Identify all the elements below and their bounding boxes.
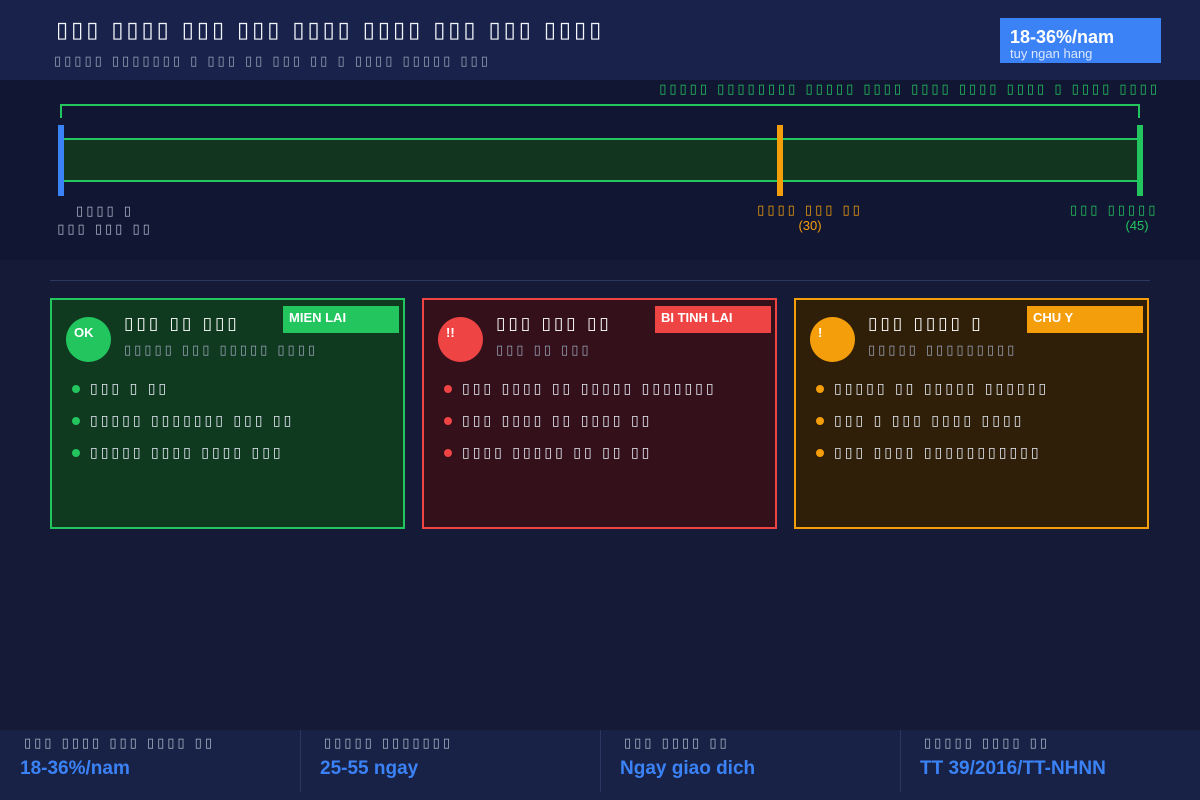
footer-stat-label: ▯▯▯ ▯▯▯▯ ▯▯▯ ▯▯▯▯ ▯▯ bbox=[24, 736, 215, 751]
bullet-icon bbox=[816, 417, 824, 425]
end-marker-label: ▯▯▯ ▯▯▯▯▯ (45) bbox=[1070, 203, 1200, 233]
timeline-end-marker bbox=[1137, 125, 1143, 196]
footer-stat-label: ▯▯▯▯▯ ▯▯▯▯▯▯▯ bbox=[324, 736, 453, 751]
card-subtitle: ▯▯▯▯▯ ▯▯▯ ▯▯▯▯▯ ▯▯▯▯ bbox=[124, 343, 319, 358]
list-item: ▯▯▯ ▯ ▯▯▯ ▯▯▯▯ ▯▯▯▯ bbox=[814, 412, 1049, 444]
timeline-mid-marker bbox=[777, 125, 783, 196]
alert-icon: !! bbox=[438, 317, 483, 362]
list-item: ▯▯▯▯▯ ▯▯▯▯▯▯▯ ▯▯▯ ▯▯ bbox=[70, 412, 294, 444]
status-badge: MIEN LAI bbox=[283, 306, 399, 333]
period-caption: ▯▯▯▯▯ ▯▯▯▯▯▯▯▯ ▯▯▯▯▯ ▯▯▯▯ ▯▯▯▯ ▯▯▯▯ ▯▯▯▯… bbox=[659, 82, 1160, 97]
start-label-line2: ▯▯▯ ▯▯▯ ▯▯ bbox=[57, 222, 153, 237]
bullet-icon bbox=[72, 417, 80, 425]
timeline-track bbox=[60, 138, 1140, 182]
footer-divider bbox=[900, 730, 901, 792]
list-item: ▯▯▯ ▯▯▯▯ ▯▯ ▯▯▯▯ ▯▯ bbox=[442, 412, 717, 444]
end-label-text: ▯▯▯ ▯▯▯▯▯ bbox=[1070, 203, 1159, 218]
start-marker-label: ▯▯▯▯ ▯ ▯▯▯ ▯▯▯ ▯▯ bbox=[30, 203, 180, 239]
list-item: ▯▯▯ ▯ ▯▯ bbox=[70, 380, 294, 412]
rate-caption: tuy ngan hang bbox=[1010, 46, 1093, 61]
status-badge: BI TINH LAI bbox=[655, 306, 771, 333]
footer-divider bbox=[600, 730, 601, 792]
header-bar: ▯▯▯ ▯▯▯▯ ▯▯▯ ▯▯▯ ▯▯▯▯ ▯▯▯▯ ▯▯▯ ▯▯▯ ▯▯▯▯ … bbox=[0, 0, 1200, 80]
card-subtitle: ▯▯▯ ▯▯ ▯▯▯ bbox=[496, 343, 592, 358]
bullet-icon bbox=[72, 449, 80, 457]
page-subtitle: ▯▯▯▯▯ ▯▯▯▯▯▯▯ ▯ ▯▯▯ ▯▯ ▯▯▯ ▯▯ ▯ ▯▯▯▯ ▯▯▯… bbox=[54, 54, 491, 69]
rate-value: 18-36%/nam bbox=[1010, 27, 1115, 47]
status-badge: CHU Y bbox=[1027, 306, 1143, 333]
card-title: ▯▯▯ ▯▯▯ ▯▯ bbox=[496, 314, 612, 334]
footer-stat-value: 18-36%/nam bbox=[20, 758, 130, 779]
footer-stat-value: Ngay giao dich bbox=[620, 758, 756, 779]
card-title: ▯▯▯ ▯▯ ▯▯▯ bbox=[124, 314, 240, 334]
bullet-icon bbox=[444, 449, 452, 457]
footer-stat-value: TT 39/2016/TT-NHNN bbox=[920, 758, 1106, 779]
card-interest-charged: !! BI TINH LAI ▯▯▯ ▯▯▯ ▯▯ ▯▯▯ ▯▯ ▯▯▯ ▯▯▯… bbox=[422, 298, 777, 529]
mid-marker-label: ▯▯▯▯ ▯▯▯ ▯▯ (30) bbox=[720, 203, 900, 233]
mid-label-text: ▯▯▯▯ ▯▯▯ ▯▯ bbox=[757, 203, 863, 218]
list-item: ▯▯▯ ▯▯▯▯ ▯▯▯▯▯▯▯▯▯▯▯ bbox=[814, 444, 1049, 476]
footer-stat-label: ▯▯▯▯▯ ▯▯▯▯ ▯▯ bbox=[924, 736, 1050, 751]
list-item: ▯▯▯▯▯ ▯▯ ▯▯▯▯▯ ▯▯▯▯▯▯ bbox=[814, 380, 1049, 412]
card-list: ▯▯▯ ▯▯▯▯ ▯▯ ▯▯▯▯▯ ▯▯▯▯▯▯▯ ▯▯▯ ▯▯▯▯ ▯▯ ▯▯… bbox=[442, 380, 717, 476]
rate-badge: 18-36%/nam tuy ngan hang bbox=[1000, 18, 1161, 63]
period-bracket bbox=[60, 104, 1140, 118]
check-icon: OK bbox=[66, 317, 111, 362]
timeline-start-marker bbox=[58, 125, 64, 196]
list-item: ▯▯▯ ▯▯▯▯ ▯▯ ▯▯▯▯▯ ▯▯▯▯▯▯▯ bbox=[442, 380, 717, 412]
list-item: ▯▯▯▯ ▯▯▯▯▯ ▯▯ ▯▯ ▯▯ bbox=[442, 444, 717, 476]
card-list: ▯▯▯▯▯ ▯▯ ▯▯▯▯▯ ▯▯▯▯▯▯ ▯▯▯ ▯ ▯▯▯ ▯▯▯▯ ▯▯▯… bbox=[814, 380, 1049, 476]
footer-divider bbox=[300, 730, 301, 792]
footer-stats: ▯▯▯ ▯▯▯▯ ▯▯▯ ▯▯▯▯ ▯▯ 18-36%/nam ▯▯▯▯▯ ▯▯… bbox=[0, 730, 1200, 800]
end-label-value: (45) bbox=[1125, 218, 1149, 233]
card-subtitle: ▯▯▯▯▯ ▯▯▯▯▯▯▯▯▯ bbox=[868, 343, 1018, 358]
bullet-icon bbox=[444, 417, 452, 425]
card-list: ▯▯▯ ▯ ▯▯ ▯▯▯▯▯ ▯▯▯▯▯▯▯ ▯▯▯ ▯▯ ▯▯▯▯▯ ▯▯▯▯… bbox=[70, 380, 294, 476]
card-title: ▯▯▯ ▯▯▯▯ ▯ bbox=[868, 314, 984, 334]
bullet-icon bbox=[816, 385, 824, 393]
warning-icon: ! bbox=[810, 317, 855, 362]
mid-label-value: (30) bbox=[798, 218, 822, 233]
bullet-icon bbox=[444, 385, 452, 393]
start-label-line1: ▯▯▯▯ ▯ bbox=[76, 204, 134, 219]
page-title: ▯▯▯ ▯▯▯▯ ▯▯▯ ▯▯▯ ▯▯▯▯ ▯▯▯▯ ▯▯▯ ▯▯▯ ▯▯▯▯ bbox=[56, 18, 605, 43]
bullet-icon bbox=[72, 385, 80, 393]
footer-stat-label: ▯▯▯ ▯▯▯▯ ▯▯ bbox=[624, 736, 730, 751]
card-caution: ! CHU Y ▯▯▯ ▯▯▯▯ ▯ ▯▯▯▯▯ ▯▯▯▯▯▯▯▯▯ ▯▯▯▯▯… bbox=[794, 298, 1149, 529]
list-item: ▯▯▯▯▯ ▯▯▯▯ ▯▯▯▯ ▯▯▯ bbox=[70, 444, 294, 476]
bullet-icon bbox=[816, 449, 824, 457]
footer-stat-value: 25-55 ngay bbox=[320, 758, 419, 779]
card-free-interest: OK MIEN LAI ▯▯▯ ▯▯ ▯▯▯ ▯▯▯▯▯ ▯▯▯ ▯▯▯▯▯ ▯… bbox=[50, 298, 405, 529]
section-divider bbox=[50, 280, 1150, 281]
